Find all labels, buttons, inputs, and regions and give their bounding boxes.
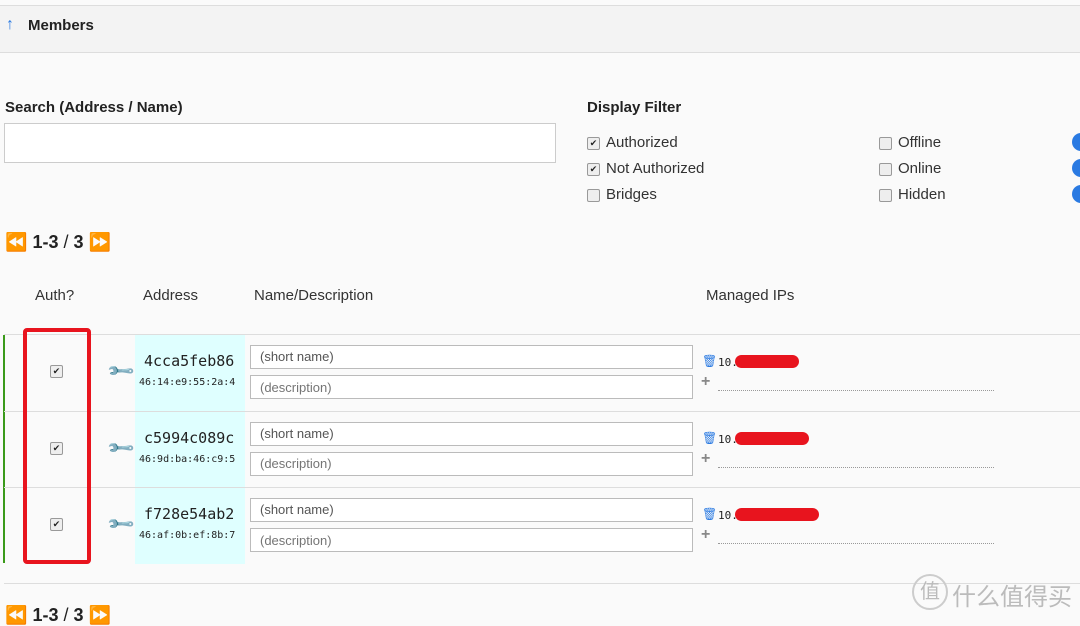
redaction-mark xyxy=(735,508,819,521)
member-id[interactable]: 4cca5feb86 xyxy=(144,352,234,370)
short-name-input[interactable]: (short name) xyxy=(250,421,693,446)
next-page-icon[interactable]: ⏩ xyxy=(89,605,111,625)
add-ip-input[interactable] xyxy=(718,543,994,544)
member-id[interactable]: c5994c089c xyxy=(144,429,234,447)
toggle-switch[interactable] xyxy=(1072,185,1080,203)
prev-page-icon[interactable]: ⏪ xyxy=(5,232,27,252)
address-cell xyxy=(135,335,245,411)
display-filter-label: Display Filter xyxy=(587,99,682,116)
pager-bottom: ⏪ 1-3 / 3 ⏩ xyxy=(5,605,111,626)
description-input[interactable] xyxy=(250,375,693,399)
watermark-text: 什么值得买 xyxy=(952,584,1072,611)
short-name-placeholder: (short name) xyxy=(260,502,334,517)
page-separator: / xyxy=(63,232,69,252)
plus-icon[interactable]: + xyxy=(701,450,710,468)
toggle-switch[interactable] xyxy=(1072,159,1080,177)
description-input[interactable] xyxy=(250,528,693,552)
short-name-input[interactable]: (short name) xyxy=(250,345,693,369)
search-label: Search (Address / Name) xyxy=(5,99,183,116)
description-input[interactable] xyxy=(250,451,693,476)
add-ip-input[interactable] xyxy=(718,466,994,468)
add-ip-input[interactable] xyxy=(718,390,994,391)
page-total: 3 xyxy=(73,232,84,252)
short-name-placeholder: (short name) xyxy=(260,349,334,364)
toggle-switch[interactable] xyxy=(1072,133,1080,151)
highlight-box xyxy=(23,328,91,564)
trash-icon[interactable]: 🗑 xyxy=(702,431,717,445)
member-mac: 46:af:0b:ef:8b:7 xyxy=(139,530,236,541)
page-range: 1-3 xyxy=(32,605,59,625)
redaction-mark xyxy=(735,431,809,445)
prev-page-icon[interactable]: ⏪ xyxy=(5,605,27,625)
watermark-logo: 值 xyxy=(912,574,948,610)
member-mac: 46:14:e9:55:2a:4 xyxy=(139,377,236,388)
page-separator: / xyxy=(63,605,69,625)
col-auth[interactable]: Auth? xyxy=(35,287,74,304)
col-name[interactable]: Name/Description xyxy=(254,287,373,304)
next-page-icon[interactable]: ⏩ xyxy=(89,232,111,252)
page-range: 1-3 xyxy=(32,232,59,252)
short-name-input[interactable]: (short name) xyxy=(250,498,693,522)
pager-top: ⏪ 1-3 / 3 ⏩ xyxy=(5,232,111,253)
page-total: 3 xyxy=(73,605,84,625)
col-address[interactable]: Address xyxy=(143,287,198,304)
member-id[interactable]: f728e54ab2 xyxy=(144,505,234,523)
address-cell xyxy=(135,411,245,488)
section-title: Members xyxy=(28,17,94,34)
trash-icon[interactable]: 🗑 xyxy=(702,354,717,368)
address-cell xyxy=(135,488,245,564)
redaction-mark xyxy=(735,355,799,368)
plus-icon[interactable]: + xyxy=(701,373,710,391)
trash-icon[interactable]: 🗑 xyxy=(702,507,717,521)
short-name-placeholder: (short name) xyxy=(260,425,334,441)
arrow-up-icon: ↑ xyxy=(6,16,14,33)
col-managed-ips[interactable]: Managed IPs xyxy=(706,287,794,304)
member-mac: 46:9d:ba:46:c9:5 xyxy=(139,453,236,465)
search-input[interactable] xyxy=(4,123,556,163)
plus-icon[interactable]: + xyxy=(701,526,710,544)
members-header[interactable]: ↑ Members xyxy=(0,5,1080,53)
